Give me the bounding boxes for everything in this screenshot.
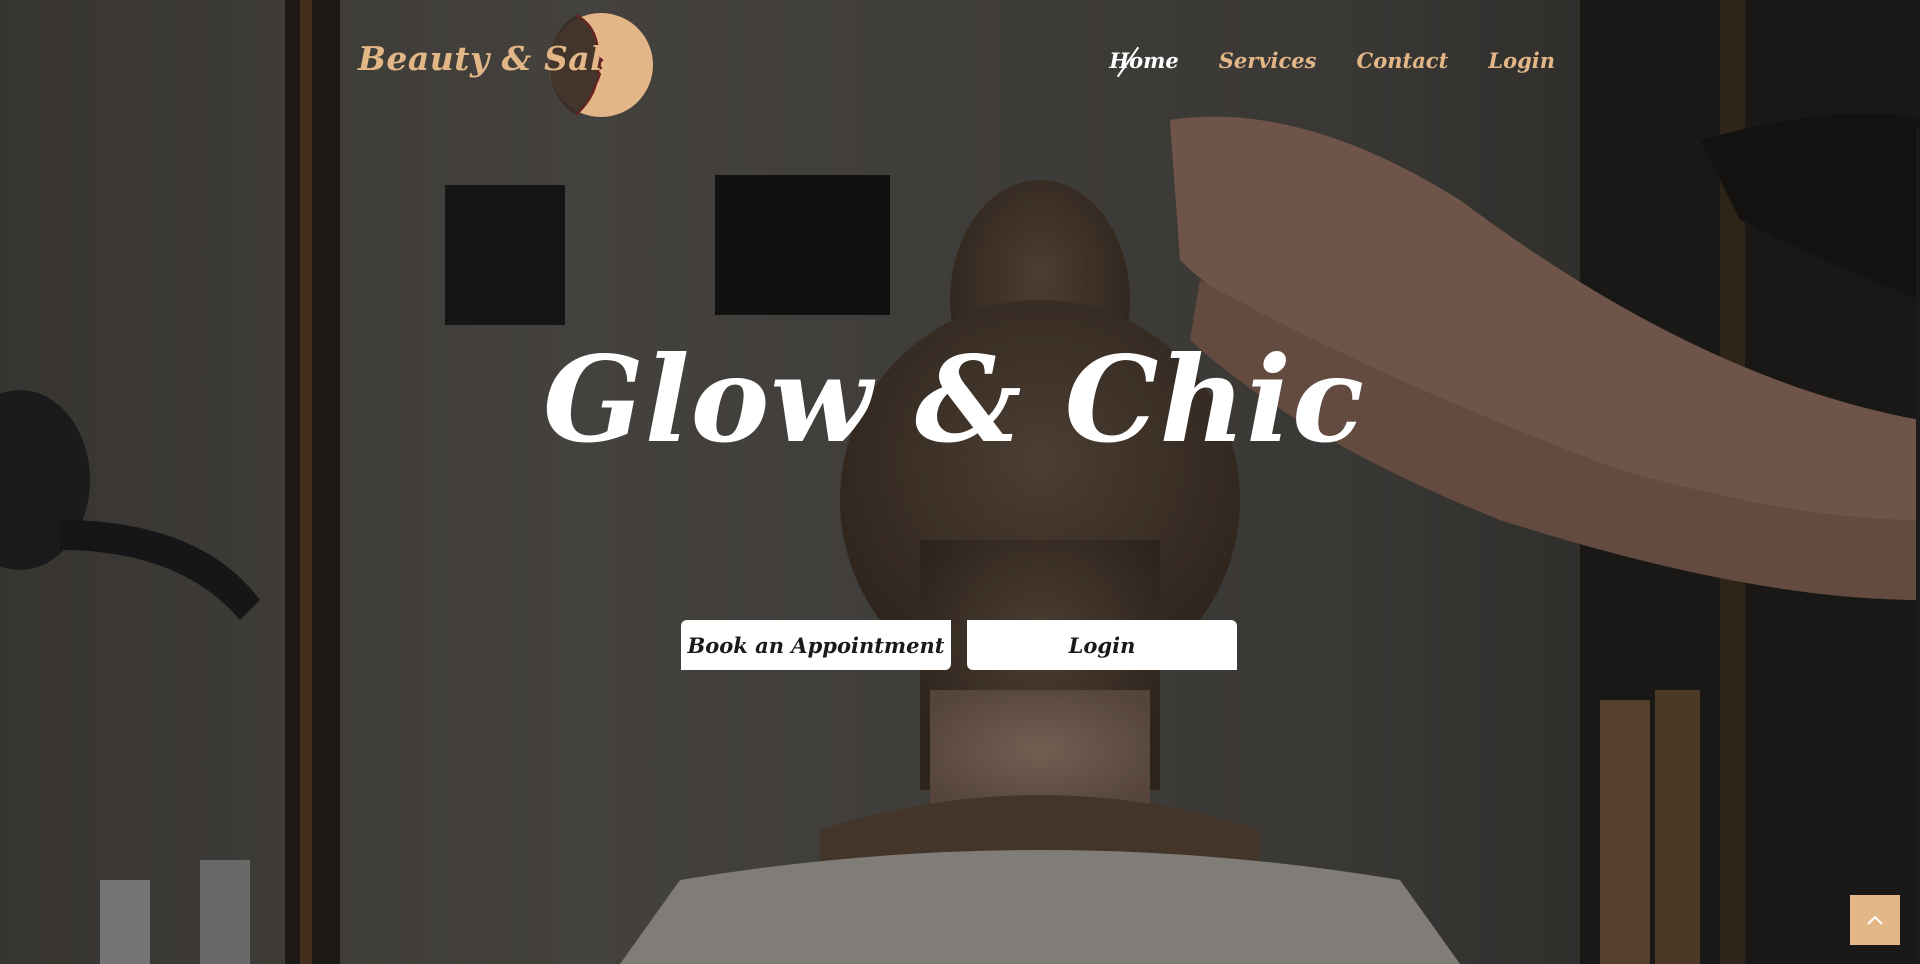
- scroll-to-top-button[interactable]: [1850, 895, 1900, 945]
- hero-title: Glow & Chic: [543, 330, 1365, 469]
- nav-contact[interactable]: Contact: [1357, 48, 1449, 73]
- hero-section: Beauty & Salon Home Services Contact Log…: [0, 0, 1920, 964]
- hero-login-button[interactable]: Login: [967, 620, 1237, 670]
- cta-buttons: Book an Appointment Login: [681, 620, 1237, 670]
- dark-overlay: [0, 0, 1920, 964]
- logo-text: Beauty & Salon: [358, 38, 651, 78]
- scrollbar-thumb[interactable]: [1916, 128, 1920, 964]
- chevron-up-icon: [1867, 915, 1883, 925]
- scrollbar[interactable]: [1916, 0, 1920, 964]
- nav-login[interactable]: Login: [1488, 48, 1555, 73]
- logo[interactable]: Beauty & Salon: [358, 10, 653, 120]
- book-appointment-button[interactable]: Book an Appointment: [681, 620, 951, 670]
- nav-home[interactable]: Home: [1109, 48, 1178, 73]
- main-nav: Home Services Contact Login: [1109, 48, 1555, 73]
- nav-services[interactable]: Services: [1219, 48, 1317, 73]
